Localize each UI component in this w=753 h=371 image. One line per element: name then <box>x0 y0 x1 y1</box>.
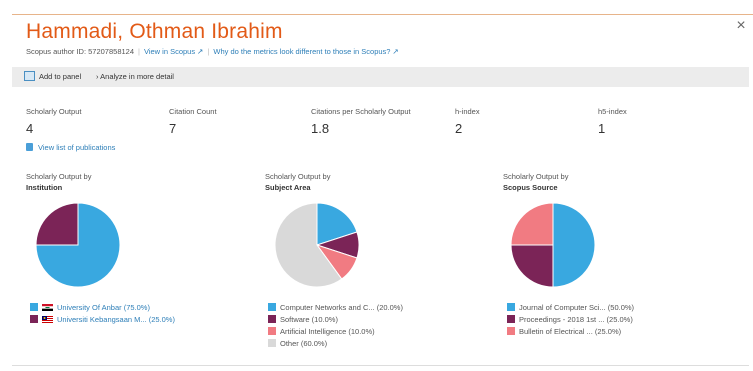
legend-label: Software (10.0%) <box>280 315 338 324</box>
chart-title-line: Scholarly Output by <box>265 172 331 181</box>
metric-value: 4 <box>26 121 34 136</box>
top-accent-rule <box>12 14 753 15</box>
legend-swatch <box>268 315 276 324</box>
chart-title-scopus-source: Scholarly Output by Scopus Source <box>503 171 568 193</box>
pie-chart-institution <box>35 202 121 288</box>
author-id-line: Scopus author ID: 57207858124 | View in Sc… <box>26 47 399 56</box>
metric-scholarly-output: Scholarly Output 4 <box>26 107 81 136</box>
metric-h5-index: h5-index 1 <box>598 107 627 136</box>
legend-scopus-source: Journal of Computer Sci... (50.0%) Proce… <box>507 302 634 338</box>
pie-slice-proceedings-2018-1st[interactable] <box>510 244 554 288</box>
toolbar: Add to panel › Analyze in more detail <box>12 67 749 87</box>
add-to-panel-label: Add to panel <box>39 72 82 81</box>
view-publications-label: View list of publications <box>38 143 116 152</box>
metrics-difference-link[interactable]: Why do the metrics look different to tho… <box>213 47 398 56</box>
metric-value: 7 <box>169 121 177 136</box>
legend-label: Bulletin of Electrical ... (25.0%) <box>519 327 622 336</box>
legend-swatch <box>507 315 515 324</box>
legend-subject-area: Computer Networks and C... (20.0%) Softw… <box>268 302 403 350</box>
pie-chart-subject-area <box>274 202 360 288</box>
pie-chart-scopus-source <box>510 202 596 288</box>
author-id-label: Scopus author ID: 57207858124 <box>26 47 134 56</box>
legend-label: Proceedings - 2018 1st ... (25.0%) <box>519 315 633 324</box>
metric-value: 2 <box>455 121 463 136</box>
metric-value: 1 <box>598 121 606 136</box>
separator: | <box>138 47 140 56</box>
metric-label: h5-index <box>598 107 627 116</box>
legend-institution: University Of Anbar (75.0%) Universiti K… <box>30 302 175 326</box>
legend-item[interactable]: Universiti Kebangsaan M... (25.0%) <box>30 314 175 326</box>
legend-label: Other (60.0%) <box>280 339 328 348</box>
view-publications-link[interactable]: View list of publications <box>26 143 115 152</box>
legend-swatch <box>268 339 276 348</box>
metric-label: h-index <box>455 107 480 116</box>
legend-item[interactable]: University Of Anbar (75.0%) <box>30 302 175 314</box>
chart-title-subject: Subject Area <box>265 183 311 192</box>
separator: | <box>207 47 210 56</box>
legend-swatch <box>268 327 276 336</box>
legend-swatch <box>507 327 515 336</box>
analyze-detail-button[interactable]: › Analyze in more detail <box>96 67 174 87</box>
add-panel-icon <box>24 71 35 82</box>
metric-label: Citations per Scholarly Output <box>311 107 411 116</box>
chart-title-subject: Scopus Source <box>503 183 558 192</box>
pie-slice-journal-of-computer-sci[interactable] <box>552 202 596 288</box>
bottom-divider <box>12 365 749 366</box>
close-icon[interactable]: × <box>733 18 749 34</box>
chart-title-institution: Scholarly Output by Institution <box>26 171 91 193</box>
legend-item[interactable]: Software (10.0%) <box>268 314 403 326</box>
legend-swatch <box>30 303 38 312</box>
chart-title-line: Scholarly Output by <box>26 172 92 181</box>
chart-title-subject-area: Scholarly Output by Subject Area <box>265 171 330 193</box>
legend-swatch <box>268 303 276 312</box>
legend-item[interactable]: Artificial Intelligence (10.0%) <box>268 326 403 338</box>
chart-title-subject: Institution <box>26 183 63 192</box>
iraq-flag-icon <box>42 303 53 311</box>
metric-citations-per-output: Citations per Scholarly Output 1.8 <box>311 107 411 136</box>
metric-value: 1.8 <box>311 121 330 136</box>
chart-title-line: Scholarly Output by <box>503 172 569 181</box>
legend-item[interactable]: Proceedings - 2018 1st ... (25.0%) <box>507 314 634 326</box>
legend-label: Universiti Kebangsaan M... (25.0%) <box>57 315 175 324</box>
legend-swatch <box>507 303 515 312</box>
view-in-scopus-link[interactable]: View in Scopus ↗ <box>144 47 204 56</box>
metric-label: Citation Count <box>169 107 217 116</box>
document-icon <box>26 143 33 152</box>
add-to-panel-button[interactable]: Add to panel <box>24 67 81 87</box>
author-name: Hammadi, Othman Ibrahim <box>26 20 283 43</box>
legend-item[interactable]: Bulletin of Electrical ... (25.0%) <box>507 326 634 338</box>
legend-item[interactable]: Journal of Computer Sci... (50.0%) <box>507 302 634 314</box>
metric-label: Scholarly Output <box>26 107 82 116</box>
legend-label: Computer Networks and C... (20.0%) <box>280 303 403 312</box>
legend-swatch <box>30 315 38 324</box>
legend-label: University Of Anbar (75.0%) <box>57 303 150 312</box>
malaysia-flag-icon <box>42 315 53 323</box>
legend-label: Artificial Intelligence (10.0%) <box>280 327 375 336</box>
pie-slice-bulletin-of-electrical[interactable] <box>510 202 554 246</box>
legend-label: Journal of Computer Sci... (50.0%) <box>519 303 635 312</box>
pie-slice-universiti-kebangsaan-m[interactable] <box>35 202 79 246</box>
legend-item[interactable]: Computer Networks and C... (20.0%) <box>268 302 403 314</box>
legend-item[interactable]: Other (60.0%) <box>268 338 403 350</box>
metric-citation-count: Citation Count 7 <box>169 107 217 136</box>
metric-h-index: h-index 2 <box>455 107 480 136</box>
